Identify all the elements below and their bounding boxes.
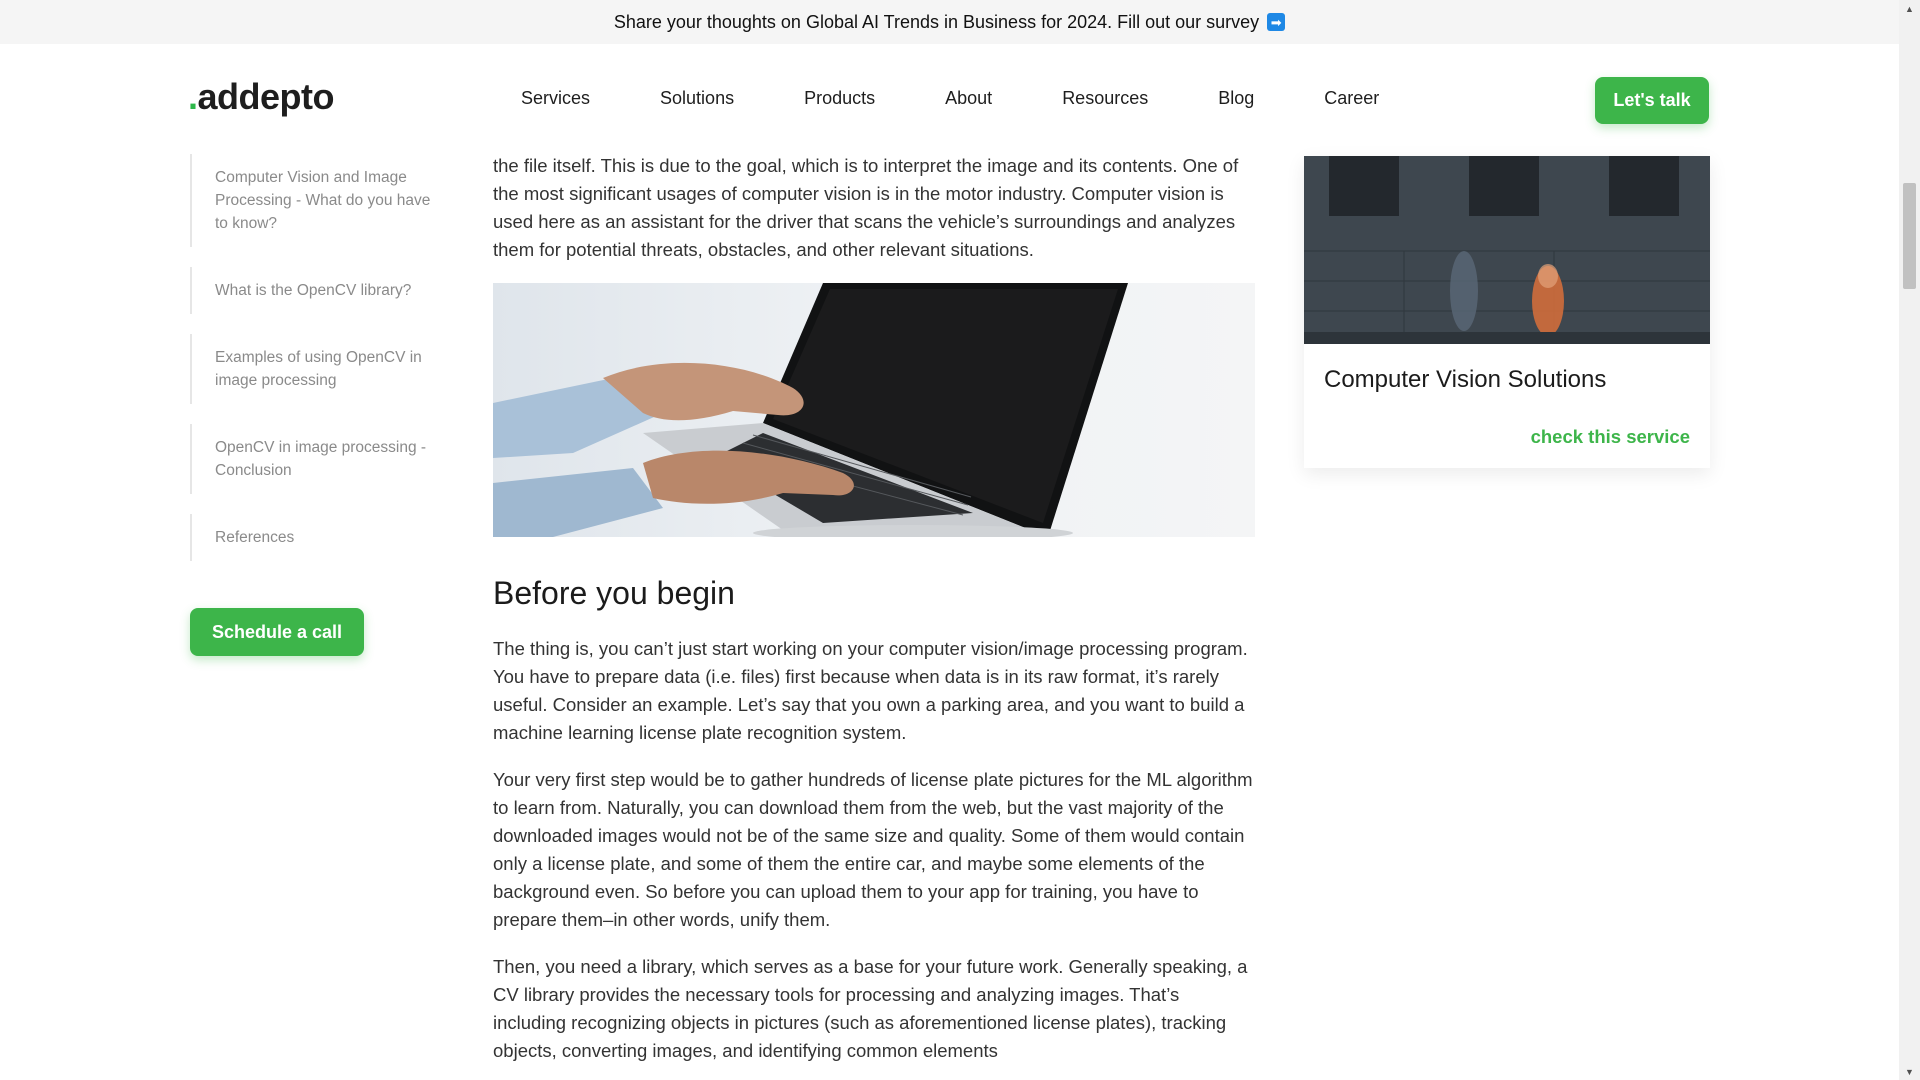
toc-item[interactable]: What is the OpenCV library?	[190, 267, 440, 314]
nav-item-resources[interactable]: Resources	[1062, 88, 1148, 109]
laptop-typing-image	[493, 283, 1255, 537]
nav-item-career[interactable]: Career	[1324, 88, 1379, 109]
check-service-link[interactable]: check this service	[1531, 426, 1690, 448]
service-card-title: Computer Vision Solutions	[1324, 366, 1607, 393]
article-paragraph: Then, you need a library, which serves a…	[493, 956, 1248, 1061]
logo-dot: .	[188, 76, 198, 117]
nav-item-products[interactable]: Products	[804, 88, 875, 109]
lets-talk-button[interactable]: Let's talk	[1595, 77, 1709, 124]
announcement-text[interactable]: Share your thoughts on Global AI Trends …	[614, 12, 1259, 33]
article-paragraph: The thing is, you can’t just start worki…	[493, 638, 1248, 743]
nav-item-blog[interactable]: Blog	[1218, 88, 1254, 109]
article-paragraph: the file itself. This is due to the goal…	[493, 155, 1239, 260]
service-card-image	[1304, 156, 1710, 344]
page-scrollbar[interactable]: ▲ ▼	[1899, 0, 1920, 1080]
nav-item-services[interactable]: Services	[521, 88, 590, 109]
site-header: .addepto Services Solutions Products Abo…	[0, 44, 1899, 156]
schedule-call-button[interactable]: Schedule a call	[190, 608, 364, 656]
arrow-right-icon[interactable]: ➡	[1267, 13, 1286, 31]
toc-item[interactable]: Examples of using OpenCV in image proces…	[190, 334, 440, 404]
service-card[interactable]: Computer Vision Solutions check this ser…	[1304, 156, 1710, 468]
site-logo[interactable]: .addepto	[188, 76, 335, 118]
scroll-down-icon[interactable]: ▼	[1899, 1063, 1920, 1080]
article-body: the file itself. This is due to the goal…	[493, 152, 1255, 1080]
scroll-up-icon[interactable]: ▲	[1899, 0, 1920, 17]
announcement-bar[interactable]: Share your thoughts on Global AI Trends …	[0, 0, 1899, 44]
nav-item-about[interactable]: About	[945, 88, 992, 109]
article-paragraph: Your very first step would be to gather …	[493, 769, 1253, 930]
nav-item-solutions[interactable]: Solutions	[660, 88, 734, 109]
table-of-contents: Computer Vision and Image Processing - W…	[190, 154, 440, 581]
logo-text: addepto	[197, 76, 335, 117]
toc-item[interactable]: References	[190, 514, 440, 561]
scrollbar-thumb[interactable]	[1903, 183, 1916, 289]
toc-item[interactable]: OpenCV in image processing - Conclusion	[190, 424, 440, 494]
section-heading: Before you begin	[493, 575, 735, 611]
main-nav: Services Solutions Products About Resour…	[521, 88, 1449, 109]
toc-item[interactable]: Computer Vision and Image Processing - W…	[190, 154, 440, 247]
